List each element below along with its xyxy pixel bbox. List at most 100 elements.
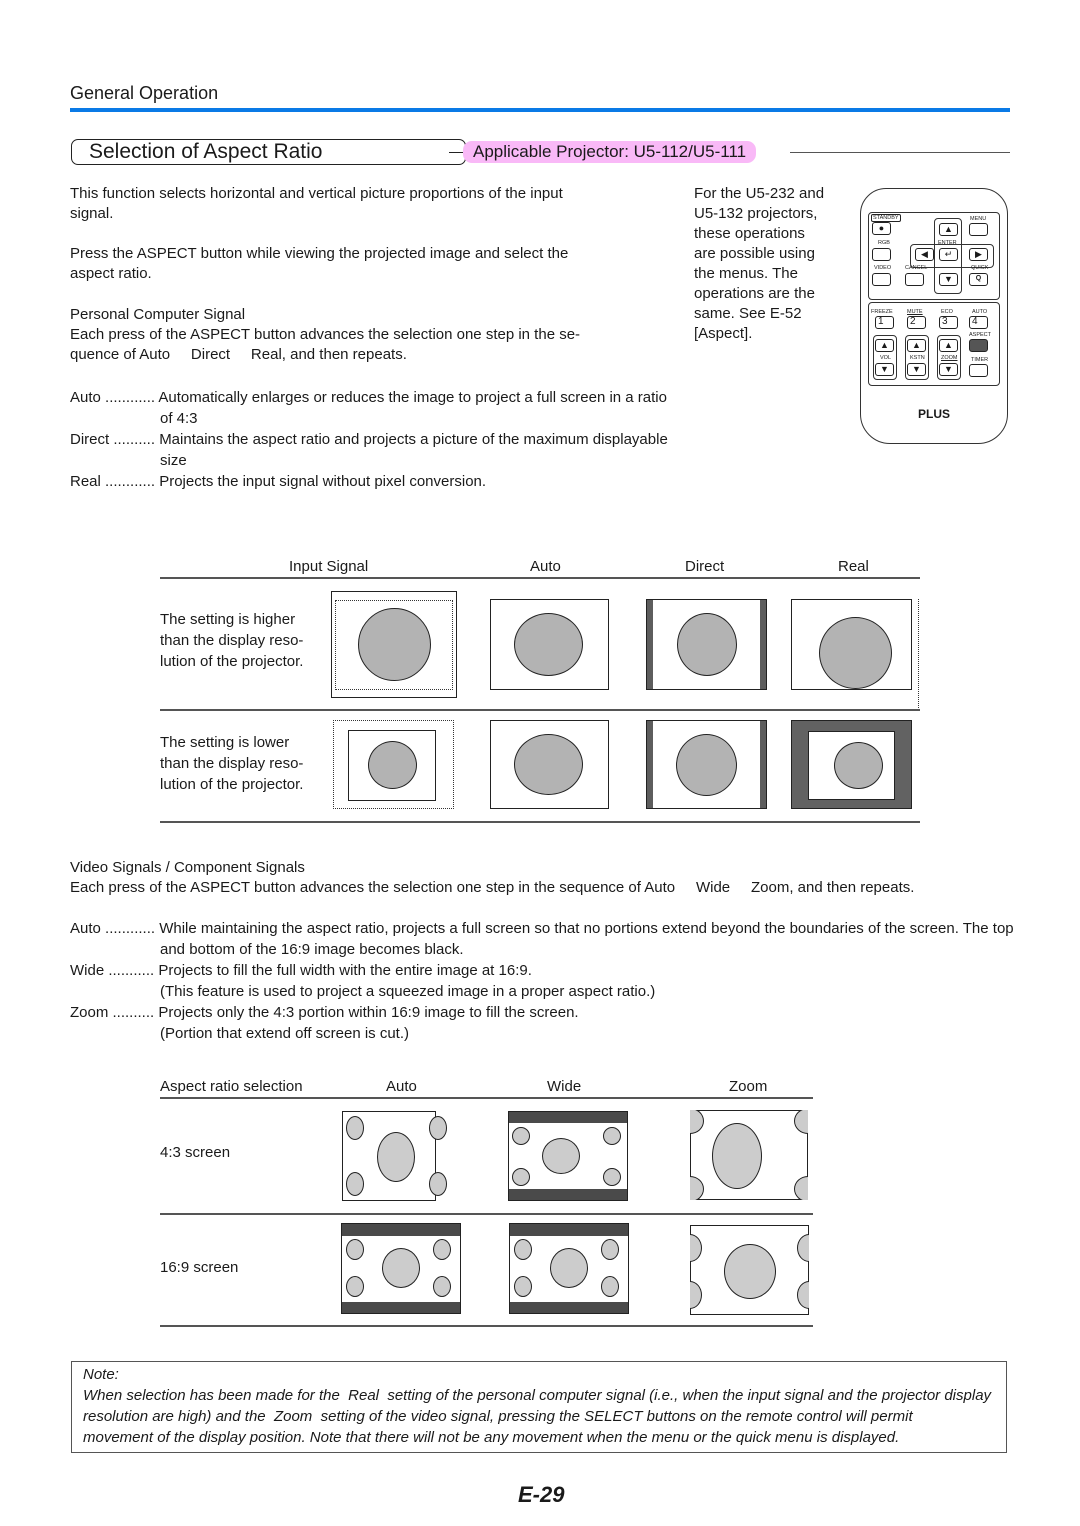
side-note-line: same. See E-52: [694, 305, 802, 322]
page-title: Selection of Aspect Ratio: [71, 139, 466, 165]
pc-signal-section: Personal Computer Signal Each press of t…: [70, 305, 664, 365]
up-arrow-icon: ▲: [944, 224, 953, 234]
quick-icon: Q: [975, 275, 982, 282]
definition-desc: While maintaining the aspect ratio, proj…: [159, 920, 1014, 937]
side-note-line: U5-132 projectors,: [694, 205, 818, 222]
aspect-label: ASPECT: [969, 332, 992, 338]
definition-term: Auto ............: [70, 389, 156, 406]
table-rule: [160, 1097, 813, 1099]
column-header-real: Real: [838, 558, 869, 575]
definition-continuation: and bottom of the 16:9 image becomes bla…: [160, 941, 464, 958]
side-note-line: these operations: [694, 225, 805, 242]
left-arrow-icon: ◀: [921, 249, 928, 259]
row-label-line: lution of the projector.: [160, 776, 304, 793]
pc-sequence-line: quence of Auto Direct Real, and then rep…: [70, 346, 407, 363]
diagram-16-9-zoom: [690, 1225, 809, 1315]
intro-line: Press the ASPECT button while viewing th…: [70, 245, 569, 262]
left-button: ◀: [915, 248, 934, 261]
up-arrow-icon: ▲: [944, 340, 953, 350]
side-note-line: operations are the: [694, 285, 815, 302]
side-note-line: the menus. The: [694, 265, 798, 282]
quick-label: QUICK: [971, 265, 989, 271]
side-note-line: [Aspect].: [694, 325, 753, 342]
page-number: E-29: [518, 1482, 565, 1507]
up-button: ▲: [939, 223, 958, 236]
button-1: 1: [875, 316, 894, 329]
video-button: [872, 273, 891, 286]
timer-label: TIMER: [971, 357, 989, 363]
table-rule: [160, 821, 920, 823]
button-4: 4: [969, 316, 988, 329]
intro-line: aspect ratio.: [70, 265, 152, 282]
video-signals-heading: Video Signals / Component Signals: [70, 859, 305, 876]
definition-desc: Projects the input signal without pixel …: [159, 473, 487, 490]
enter-icon: ↵: [944, 249, 953, 259]
applicable-projector-badge: Applicable Projector: U5-112/U5-111: [463, 141, 757, 163]
vol-label: VOL: [880, 355, 892, 361]
video-definition-auto: Auto ............ While maintaining the …: [70, 918, 1014, 939]
definition-desc: Maintains the aspect ratio and projects …: [159, 431, 668, 448]
menu-button: [969, 223, 988, 236]
definition-term: Auto ............: [70, 920, 156, 937]
button-2: 2: [907, 316, 926, 329]
pc-definition-auto: Auto ............ Automatically enlarges…: [70, 387, 750, 408]
note-title: Note:: [83, 1366, 119, 1383]
intro-paragraph-1: This function selects horizontal and ver…: [70, 184, 670, 224]
definition-desc: Automatically enlarges or reduces the im…: [158, 389, 667, 406]
intro-line: signal.: [70, 205, 114, 222]
standby-button: ●: [872, 222, 891, 235]
definition-term: Real ............: [70, 473, 156, 490]
table-rule: [160, 1325, 813, 1327]
diagram-4-3-zoom: [690, 1110, 808, 1200]
row-label-lower: The setting is lower than the display re…: [160, 732, 320, 795]
freeze-label: FREEZE: [871, 309, 893, 315]
note-line: resolution are high) and the Zoom settin…: [83, 1408, 913, 1425]
title-connector: [449, 152, 463, 153]
row-label-line: The setting is higher: [160, 611, 296, 628]
down-arrow-icon: ▼: [912, 364, 921, 374]
zoom-down-button: ▼: [939, 363, 958, 376]
zoom-label: ZOOM: [941, 355, 958, 361]
down-button: ▼: [939, 273, 958, 286]
down-arrow-icon: ▼: [944, 364, 953, 374]
side-note-line: are possible using: [694, 245, 815, 262]
row-label-16-9-screen: 16:9 screen: [160, 1259, 239, 1276]
column-header-aspect-ratio-selection: Aspect ratio selection: [160, 1078, 303, 1095]
title-rule: [790, 152, 1010, 153]
video-sequence-text: Each press of the ASPECT button advances…: [70, 879, 915, 896]
column-header-auto: Auto: [386, 1078, 417, 1095]
column-header-zoom: Zoom: [729, 1078, 768, 1095]
row-label-line: The setting is lower: [160, 734, 290, 751]
zoom-up-button: ▲: [939, 339, 958, 352]
definition-term: Direct ..........: [70, 431, 156, 448]
enter-button: ↵: [939, 248, 958, 261]
eco-label: ECO: [941, 309, 953, 315]
note-line: movement of the display position. Note t…: [83, 1429, 900, 1446]
kstn-up-button: ▲: [907, 339, 926, 352]
row-label-line: than the display reso-: [160, 632, 304, 649]
video-definition-zoom: Zoom .......... Projects only the 4:3 po…: [70, 1002, 579, 1023]
pc-definition-direct: Direct .......... Maintains the aspect r…: [70, 429, 750, 450]
definition-continuation: of 4:3: [160, 410, 198, 427]
cancel-button: [905, 273, 924, 286]
pc-signal-heading: Personal Computer Signal: [70, 306, 246, 323]
pc-sequence-line: Each press of the ASPECT button advances…: [70, 326, 581, 343]
down-arrow-icon: ▼: [880, 364, 889, 374]
section-label: General Operation: [70, 83, 219, 103]
column-header-auto: Auto: [530, 558, 561, 575]
table-rule: [160, 1213, 813, 1215]
up-arrow-icon: ▲: [912, 340, 921, 350]
standby-label: STANDBY: [871, 214, 901, 222]
plus-logo: PLUS: [917, 407, 950, 421]
definition-continuation: size: [160, 452, 187, 469]
up-arrow-icon: ▲: [880, 340, 889, 350]
vol-down-button: ▼: [875, 363, 894, 376]
row-label-higher: The setting is higher than the display r…: [160, 609, 320, 672]
definition-continuation: (Portion that extend off screen is cut.): [160, 1025, 410, 1042]
aspect-button: [969, 339, 988, 352]
intro-line: This function selects horizontal and ver…: [70, 185, 563, 202]
rgb-label: RGB: [878, 240, 890, 246]
column-header-direct: Direct: [685, 558, 725, 575]
definition-continuation: (This feature is used to project a squee…: [160, 983, 656, 1000]
video-label: VIDEO: [874, 265, 892, 271]
